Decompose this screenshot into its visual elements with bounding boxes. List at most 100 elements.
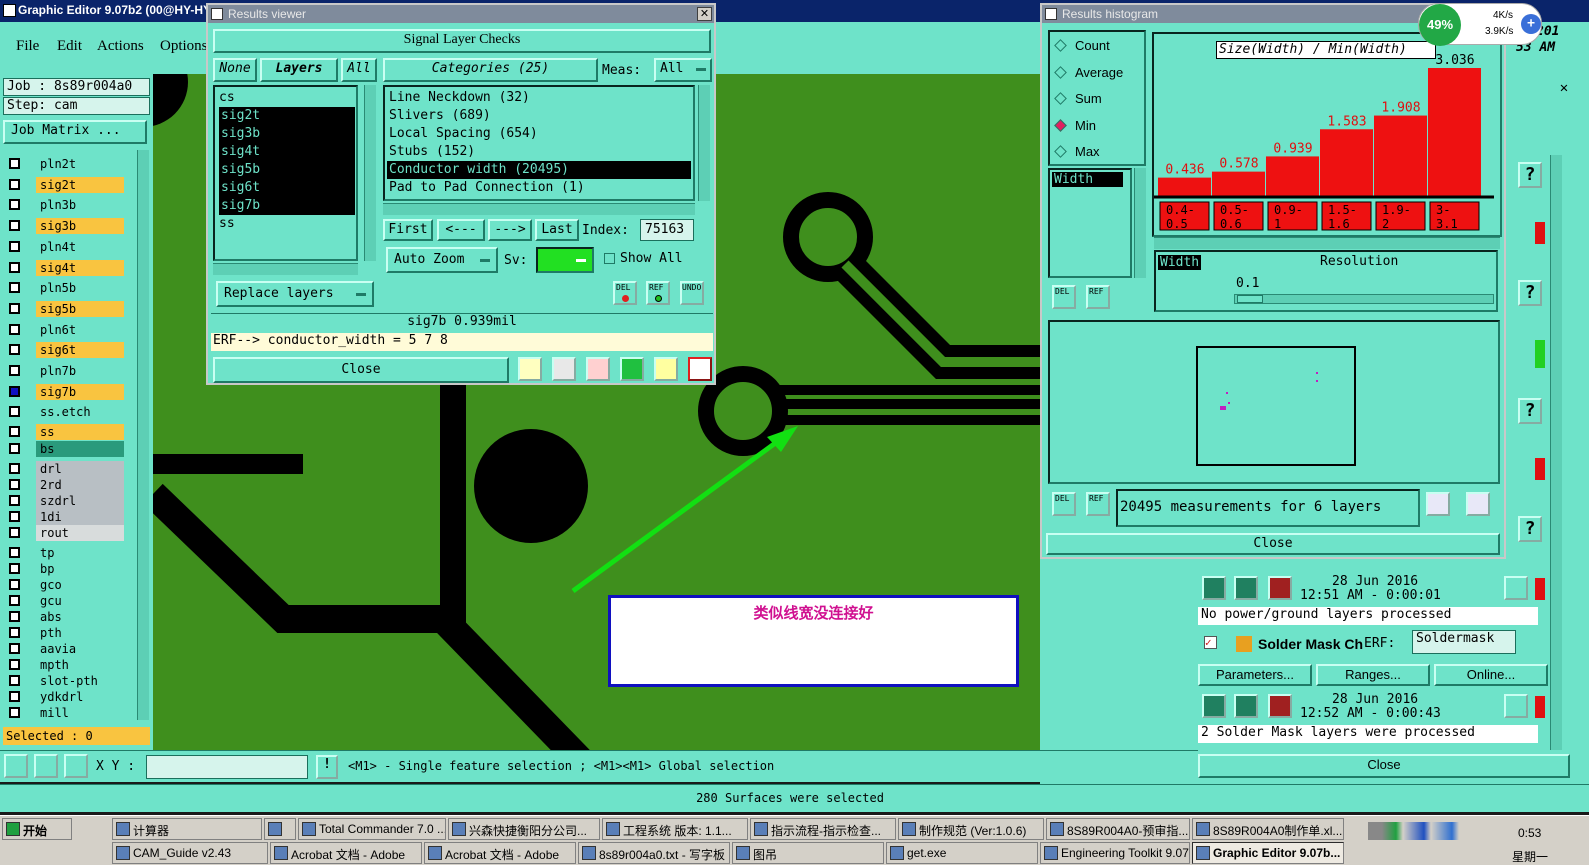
layer-checkbox[interactable]: [9, 594, 20, 606]
run-icon[interactable]: [1202, 694, 1226, 718]
layer-checkbox[interactable]: [9, 261, 20, 273]
layer-checkbox[interactable]: [9, 690, 20, 702]
layer-row-sig2t[interactable]: sig2t: [6, 176, 124, 193]
layer-checkbox[interactable]: [9, 642, 20, 654]
layer-row-abs[interactable]: abs: [6, 608, 124, 625]
layer-row-pln7b[interactable]: pln7b: [6, 363, 124, 379]
layer-list-scrollbar[interactable]: [364, 85, 376, 261]
layer-row-gcu[interactable]: gcu: [6, 592, 124, 609]
layer-row-sig3b[interactable]: sig3b: [6, 218, 124, 235]
taskbar-button[interactable]: 指示流程-指示检查...: [750, 818, 896, 840]
compare-icon[interactable]: [620, 357, 644, 381]
menu-options[interactable]: Options: [160, 38, 208, 55]
aggregate-option-sum[interactable]: Sum: [1054, 91, 1102, 111]
xy-input[interactable]: [146, 755, 308, 779]
help-icon[interactable]: ?: [1518, 398, 1542, 424]
aggregate-option-average[interactable]: Average: [1054, 65, 1123, 85]
none-button[interactable]: None: [213, 58, 257, 82]
layer-checkbox[interactable]: [9, 323, 20, 335]
first-button[interactable]: First: [383, 219, 433, 241]
resolution-slider[interactable]: [1234, 294, 1494, 304]
histogram-bar[interactable]: [1212, 171, 1265, 196]
layer-checkbox[interactable]: [9, 510, 20, 522]
undo-icon[interactable]: UNDO: [680, 281, 704, 305]
category-item[interactable]: Conductor width (20495): [387, 161, 691, 179]
ref-icon[interactable]: REF: [646, 281, 670, 305]
chart-icon[interactable]: [518, 357, 542, 381]
layer-row-pln4t[interactable]: pln4t: [6, 238, 124, 255]
close-icon[interactable]: ✕: [697, 7, 712, 21]
taskbar-button[interactable]: Acrobat 文档 - Adobe: [424, 842, 576, 864]
histogram-bar[interactable]: [1266, 156, 1319, 196]
parameters-button[interactable]: Parameters...: [1198, 664, 1312, 686]
layer-checkbox[interactable]: [9, 344, 20, 356]
layer-checkbox[interactable]: [9, 302, 20, 314]
help-icon[interactable]: ?: [1518, 280, 1542, 306]
layer-scrollbar[interactable]: [137, 150, 149, 720]
layer-row-ydkdrl[interactable]: ydkdrl: [6, 688, 124, 705]
result-layer-item[interactable]: sig4t: [219, 143, 355, 161]
replace-layers-dropdown[interactable]: Replace layers: [216, 281, 374, 307]
export-icon[interactable]: [1426, 492, 1450, 516]
layer-row-sig6t[interactable]: sig6t: [6, 342, 124, 359]
run-icon[interactable]: [1234, 576, 1258, 600]
taskbar-button[interactable]: Graphic Editor 9.07b...: [1192, 842, 1344, 864]
layer-row-bp[interactable]: bp: [6, 560, 124, 577]
category-item[interactable]: Pad to Pad Connection (1): [387, 179, 693, 197]
category-item[interactable]: Line Neckdown (32): [387, 89, 693, 107]
layer-row-ss[interactable]: ss: [6, 423, 124, 440]
highlight-icon[interactable]: [552, 357, 576, 381]
meas-dropdown[interactable]: All: [654, 58, 712, 82]
layer-checkbox[interactable]: [9, 385, 20, 397]
chart-hscroll[interactable]: [1154, 237, 1500, 249]
ref-icon[interactable]: REF: [1086, 492, 1110, 516]
histogram-bar[interactable]: [1320, 129, 1373, 196]
taskbar-button[interactable]: [264, 818, 296, 840]
result-layer-item[interactable]: ss: [219, 215, 356, 233]
right-scrollbar[interactable]: [1550, 155, 1562, 750]
taskbar-button[interactable]: CAM_Guide v2.43: [112, 842, 268, 864]
category-item[interactable]: Local Spacing (654): [387, 125, 693, 143]
layer-row-2rd[interactable]: 2rd: [6, 476, 124, 493]
taskbar-button[interactable]: get.exe: [886, 842, 1038, 864]
layer-row-mill[interactable]: mill: [6, 704, 124, 721]
layer-checkbox[interactable]: [9, 425, 20, 437]
layer-row-bs[interactable]: bs: [6, 440, 124, 457]
layer-checkbox[interactable]: [9, 199, 20, 211]
layer-row-sig5b[interactable]: sig5b: [6, 300, 124, 317]
taskbar-button[interactable]: 8s89r004a0.txt - 写字板: [578, 842, 730, 864]
layer-checkbox[interactable]: [9, 462, 20, 474]
category-hscroll[interactable]: [383, 203, 695, 215]
layer-checkbox[interactable]: [9, 158, 20, 169]
layer-checkbox[interactable]: [9, 546, 20, 558]
layer-results-list[interactable]: cs sig2t sig3b sig4t sig5b sig6t sig7b ss: [213, 85, 358, 261]
aggregate-option-max[interactable]: Max: [1054, 144, 1100, 164]
run-icon[interactable]: [1234, 694, 1258, 718]
result-layer-item[interactable]: cs: [219, 89, 356, 107]
result-layer-item[interactable]: sig7b: [219, 197, 355, 215]
taskbar-button[interactable]: 8S89R004A0制作单.xl...: [1192, 818, 1344, 840]
del-icon[interactable]: DEL: [1052, 492, 1076, 516]
select-icon[interactable]: [4, 754, 28, 778]
categories-tab[interactable]: Categories (25): [383, 58, 598, 82]
snap-icon[interactable]: [64, 754, 88, 778]
layer-checkbox[interactable]: [9, 578, 20, 590]
layer-checkbox[interactable]: [9, 658, 20, 670]
layer-row-ss.etch[interactable]: ss.etch: [6, 403, 124, 420]
aggregate-option-min[interactable]: Min: [1054, 118, 1096, 138]
del-icon[interactable]: DEL: [1052, 285, 1076, 309]
online-button[interactable]: Online...: [1434, 664, 1548, 686]
show-all-checkbox[interactable]: [604, 253, 615, 264]
layers-tab[interactable]: Layers: [260, 58, 338, 82]
results-close-button[interactable]: Close: [213, 357, 509, 383]
taskbar-button[interactable]: Acrobat 文档 - Adobe: [270, 842, 422, 864]
prev-button[interactable]: <---: [437, 219, 485, 241]
start-button[interactable]: 开始: [2, 818, 72, 840]
auto-zoom-dropdown[interactable]: Auto Zoom: [386, 247, 498, 273]
layer-row-pln3b[interactable]: pln3b: [6, 197, 124, 214]
layer-checkbox[interactable]: [9, 610, 20, 622]
job-matrix-button[interactable]: Job Matrix ...: [3, 120, 147, 144]
index-input[interactable]: 75163: [640, 219, 694, 241]
layer-checkbox[interactable]: [9, 674, 20, 686]
ref-icon[interactable]: REF: [1086, 285, 1110, 309]
